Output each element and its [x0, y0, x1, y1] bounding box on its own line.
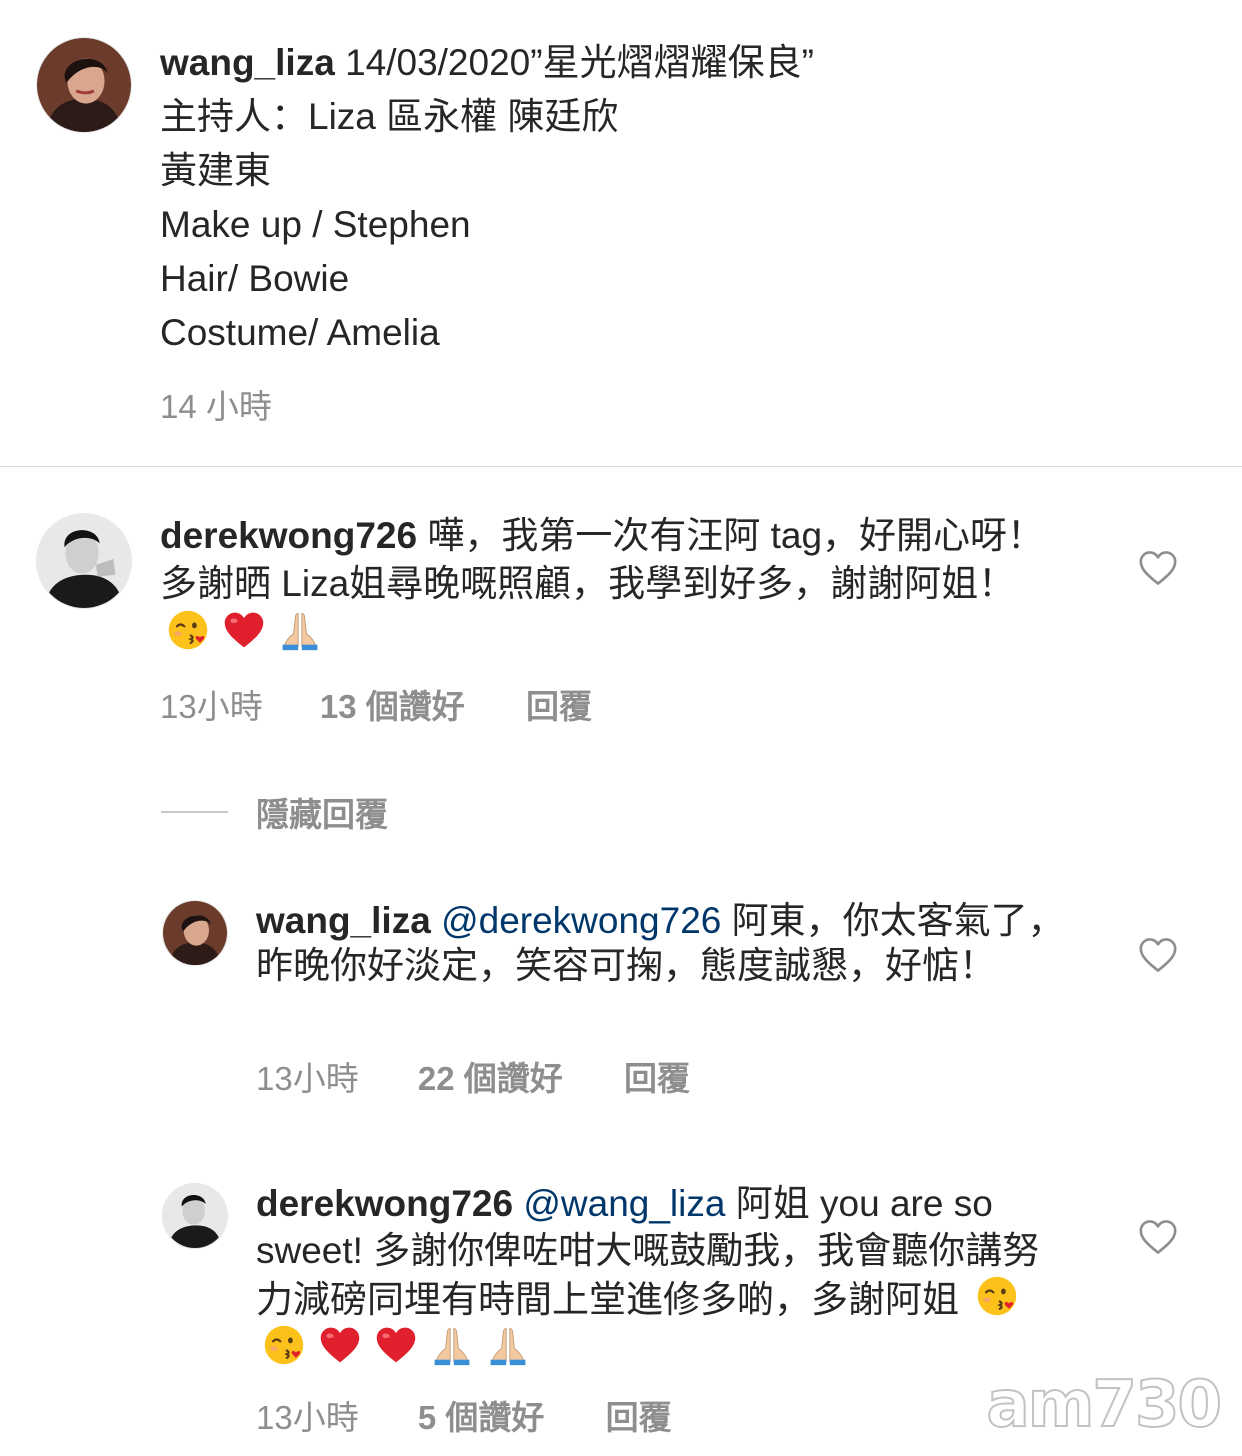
kiss-emoji [166, 608, 210, 652]
likes-count[interactable]: 22 個讚好 [418, 1052, 563, 1100]
avatar[interactable] [162, 900, 228, 966]
reply-text: derekwong726 @wang_liza 阿姐 you are so sw… [256, 1180, 1076, 1372]
avatar[interactable] [36, 513, 132, 609]
caption-first-line: wang_liza 14/03/2020”星光熠熠耀保良” [160, 36, 1160, 90]
kiss-emoji [262, 1323, 306, 1367]
timestamp: 14 小時 [160, 388, 272, 425]
instagram-comments: wang_liza 14/03/2020”星光熠熠耀保良” 主持人：Liza 區… [0, 0, 1242, 1456]
username[interactable]: wang_liza [160, 42, 335, 83]
reply-button[interactable]: 回覆 [624, 1052, 690, 1100]
caption-text: 14/03/2020”星光熠熠耀保良” [345, 42, 814, 83]
like-heart-icon[interactable] [1138, 937, 1178, 973]
caption-line: Hair/ Bowie [160, 258, 350, 299]
comment-meta: 13小時 13 個讚好 回覆 [160, 680, 592, 728]
likes-count[interactable]: 13 個讚好 [320, 680, 465, 728]
hide-replies-line [161, 811, 228, 813]
post-meta: 14 小時 [160, 380, 272, 428]
timestamp: 13小時 [256, 1399, 359, 1436]
post-caption: wang_liza 14/03/2020”星光熠熠耀保良” 主持人：Liza 區… [160, 36, 1160, 360]
username[interactable]: derekwong726 [160, 515, 417, 556]
pray-emoji [430, 1323, 474, 1367]
heart-emoji [318, 1323, 362, 1367]
avatar[interactable] [162, 1183, 228, 1249]
pray-emoji [486, 1323, 530, 1367]
heart-emoji [374, 1323, 418, 1367]
comment-text: derekwong726 嘩，我第一次有汪阿 tag，好開心呀！多謝晒 Liza… [160, 512, 1080, 658]
caption-line: 黃建東 [160, 150, 271, 191]
caption-line: Costume/ Amelia [160, 312, 440, 353]
avatar[interactable] [36, 37, 132, 133]
kiss-emoji [975, 1274, 1019, 1318]
caption-line: Make up / Stephen [160, 204, 471, 245]
mention-link[interactable]: @wang_liza [523, 1183, 725, 1224]
likes-count[interactable]: 5 個讚好 [418, 1391, 545, 1439]
like-heart-icon[interactable] [1138, 1219, 1178, 1255]
timestamp: 13小時 [160, 688, 263, 725]
like-heart-icon[interactable] [1138, 550, 1178, 586]
hide-replies-button[interactable]: 隱藏回覆 [161, 790, 388, 834]
hide-replies-label: 隱藏回覆 [256, 796, 388, 833]
username[interactable]: wang_liza [256, 900, 431, 941]
mention-link[interactable]: @derekwong726 [441, 900, 721, 941]
timestamp: 13小時 [256, 1060, 359, 1097]
reply-button[interactable]: 回覆 [526, 680, 592, 728]
username[interactable]: derekwong726 [256, 1183, 513, 1224]
watermark-logo: am730 [986, 1367, 1223, 1443]
reply-meta: 13小時 22 個讚好 回覆 [256, 1052, 690, 1100]
pray-emoji [278, 608, 322, 652]
reply-meta: 13小時 5 個讚好 回覆 [256, 1391, 672, 1439]
heart-emoji [222, 608, 266, 652]
reply-button[interactable]: 回覆 [606, 1391, 672, 1439]
caption-line: 主持人：Liza 區永權 陳廷欣 [160, 96, 619, 137]
reply-text: wang_liza @derekwong726 阿東，你太客氣了，昨晚你好淡定，… [256, 898, 1076, 988]
divider [0, 466, 1242, 467]
